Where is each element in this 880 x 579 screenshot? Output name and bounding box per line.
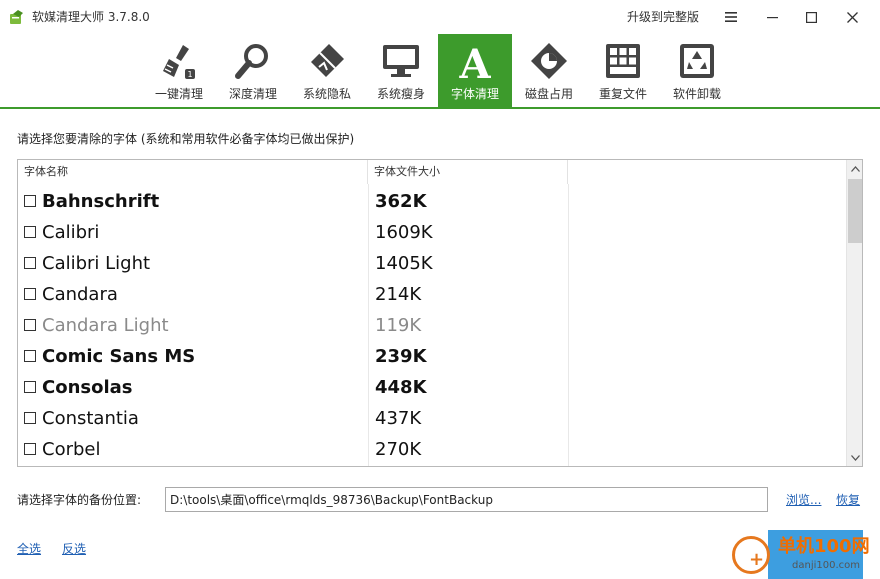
vertical-scrollbar[interactable] [846,160,862,466]
close-icon [846,11,858,23]
app-logo-icon [10,10,23,24]
broom-icon: 1 [163,45,195,79]
svg-text:A: A [458,41,491,81]
table-row[interactable]: Consolas 448K [18,373,846,404]
font-a-icon: A [458,41,491,81]
scroll-down-button[interactable] [847,449,862,466]
font-size: 214K [375,284,422,305]
duplicate-grid-icon [606,44,640,78]
font-name: Comic Sans MS [42,346,196,367]
tool-deep-clean[interactable]: 深度清理 [216,34,290,107]
tool-label: 深度清理 [228,87,277,101]
minimize-icon [766,16,778,18]
column-header-name[interactable]: 字体名称 [18,160,368,184]
table-row[interactable]: Corbel 270K [18,435,846,466]
maximize-button[interactable] [792,0,830,34]
font-size: 1609K [375,222,433,243]
row-checkbox[interactable] [24,381,36,393]
table-row[interactable]: Constantia 437K [18,404,846,435]
tool-software-uninstall[interactable]: 软件卸载 [660,34,734,107]
upgrade-link[interactable]: 升级到完整版 [627,9,699,25]
tool-label: 系统瘦身 [376,87,425,101]
font-size: 448K [375,377,427,398]
monitor-icon [383,45,419,77]
tool-one-click-clean[interactable]: 1 一键清理 [142,34,216,107]
font-size: 437K [375,408,422,429]
app-title: 软媒清理大师 3.7.8.0 [32,10,150,24]
chevron-up-icon [851,165,860,172]
close-button[interactable] [833,0,871,34]
disk-pie-icon [531,43,567,79]
invert-selection-link[interactable]: 反选 [62,541,86,557]
tool-font-clean[interactable]: A 字体清理 [438,34,512,107]
row-checkbox[interactable] [24,226,36,238]
table-row[interactable]: Comic Sans MS 239K [18,342,846,373]
font-name: Candara Light [42,315,169,336]
select-all-link[interactable]: 全选 [17,541,41,557]
table-row[interactable]: Bahnschrift 362K [18,187,846,218]
tool-label: 磁盘占用 [524,87,573,101]
maximize-icon [805,11,817,23]
watermark-logo-icon: + [732,536,770,574]
menu-button[interactable] [712,0,750,34]
minimize-button[interactable] [753,0,791,34]
tool-duplicate-files[interactable]: 重复文件 [586,34,660,107]
recycle-icon [680,44,714,78]
eraser-icon [311,44,344,77]
tool-label: 一键清理 [154,87,203,101]
row-checkbox[interactable] [24,288,36,300]
tool-disk-usage[interactable]: 磁盘占用 [512,34,586,107]
column-header-size[interactable]: 字体文件大小 [368,160,568,184]
magnifier-icon [235,44,268,79]
svg-text:1: 1 [187,70,192,79]
font-size: 270K [375,439,422,460]
font-size: 239K [375,346,427,367]
tool-label: 重复文件 [598,87,647,101]
browse-link[interactable]: 浏览... [786,492,821,508]
tool-system-slim[interactable]: 系统瘦身 [364,34,438,107]
hamburger-icon [725,12,737,22]
main-toolbar: 1 一键清理 深度清理 系统隐私 系统瘦身 A 字体清理 磁盘占用 重复文件 软… [0,34,880,109]
row-checkbox[interactable] [24,350,36,362]
backup-path-input[interactable] [165,487,768,512]
font-name: Consolas [42,377,133,398]
tool-label: 系统隐私 [302,87,351,101]
font-list: 字体名称 字体文件大小 Bahnschrift 362K Calibri 160… [17,159,863,467]
title-bar: 软媒清理大师 3.7.8.0 升级到完整版 [0,0,880,34]
font-name: Constantia [42,408,139,429]
row-checkbox[interactable] [24,257,36,269]
tool-label: 软件卸载 [672,87,721,101]
font-name: Corbel [42,439,101,460]
font-size: 362K [375,191,427,212]
table-row[interactable]: Candara 214K [18,280,846,311]
table-row[interactable]: Candara Light 119K [18,311,846,342]
scroll-thumb[interactable] [848,179,862,243]
row-checkbox[interactable] [24,195,36,207]
font-size: 119K [375,315,422,336]
row-checkbox[interactable] [24,443,36,455]
table-row[interactable]: Calibri Light 1405K [18,249,846,280]
row-checkbox[interactable] [24,412,36,424]
watermark-url: danji100.com [792,560,860,571]
restore-link[interactable]: 恢复 [836,492,860,508]
scroll-up-button[interactable] [847,160,862,177]
table-row[interactable]: Calibri 1609K [18,218,846,249]
list-header: 字体名称 字体文件大小 [18,160,846,184]
tool-label: 字体清理 [450,87,499,101]
tool-system-privacy[interactable]: 系统隐私 [290,34,364,107]
watermark-text: 单机100网 [778,536,870,557]
font-name: Calibri [42,222,100,243]
font-name: Bahnschrift [42,191,160,212]
instruction-text: 请选择您要清除的字体 (系统和常用软件必备字体均已做出保护) [17,132,355,146]
plus-icon: + [749,549,765,570]
backup-location-label: 请选择字体的备份位置: [17,493,142,507]
font-size: 1405K [375,253,433,274]
font-name: Candara [42,284,118,305]
font-name: Calibri Light [42,253,151,274]
watermark: + 单机100网 danji100.com [730,534,880,579]
row-checkbox[interactable] [24,319,36,331]
chevron-down-icon [851,454,860,461]
